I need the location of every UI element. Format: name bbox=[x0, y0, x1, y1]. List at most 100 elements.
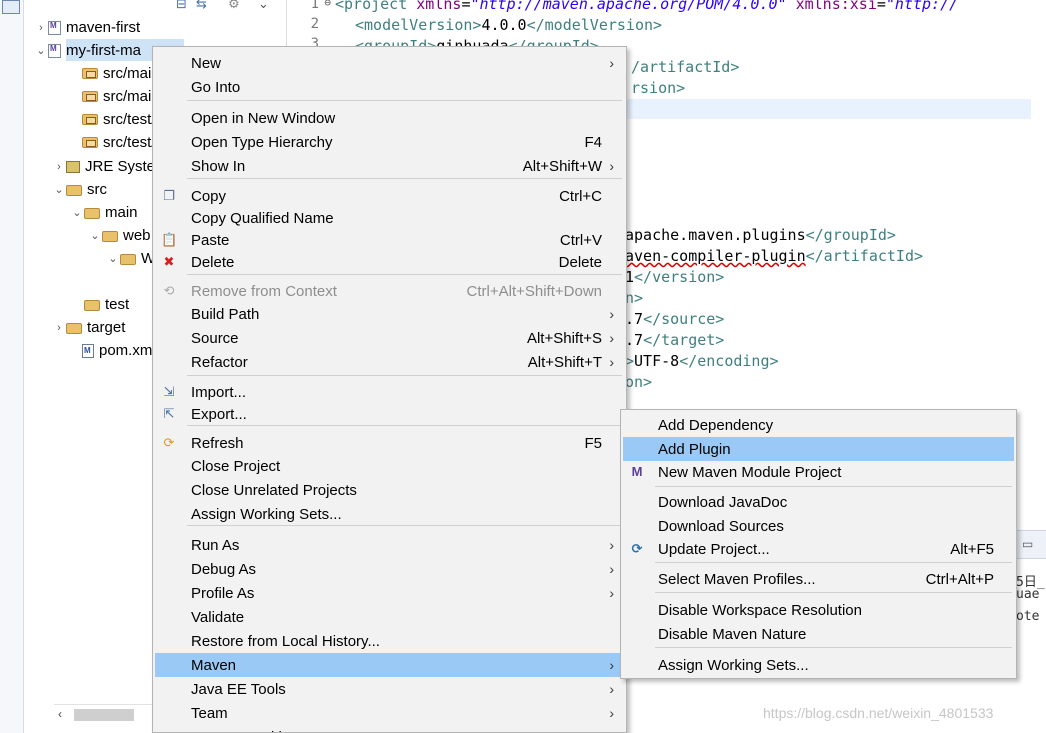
menu-separator bbox=[187, 274, 622, 275]
copy-icon: ❐ bbox=[163, 188, 175, 203]
tree-item[interactable]: › target bbox=[52, 316, 125, 339]
fold-icon[interactable]: ⊖ bbox=[324, 0, 331, 9]
menu-separator bbox=[655, 647, 1012, 648]
tree-item[interactable]: src/main/ bbox=[68, 62, 164, 85]
expanded-twisty-icon[interactable]: ⌄ bbox=[88, 229, 102, 242]
tree-item[interactable]: › JRE Syste bbox=[52, 155, 155, 178]
menu-item-assign-working-sets[interactable]: Assign Working Sets... bbox=[155, 502, 624, 526]
menu-item-restore-from-local-history[interactable]: Restore from Local History... bbox=[155, 629, 624, 653]
menu-item-build-path[interactable]: Build Path › bbox=[155, 302, 624, 326]
maven-menu-item-disable-maven-nature[interactable]: Disable Maven Nature bbox=[623, 622, 1014, 646]
menu-item-run-as[interactable]: Run As › bbox=[155, 533, 624, 557]
submenu-arrow-icon: › bbox=[609, 537, 614, 553]
expanded-twisty-icon[interactable]: ⌄ bbox=[34, 44, 48, 57]
maven-menu-item-disable-workspace-resolution[interactable]: Disable Workspace Resolution bbox=[623, 598, 1014, 622]
menu-separator bbox=[187, 178, 622, 179]
remove-context-icon: ⟲ bbox=[163, 283, 175, 298]
package-explorer-icon[interactable] bbox=[2, 0, 20, 14]
menu-item-shortcut: Ctrl+C bbox=[559, 187, 602, 205]
chevron-down-icon[interactable]: ⌄ bbox=[258, 0, 269, 12]
collapsed-twisty-icon[interactable]: › bbox=[52, 161, 66, 173]
code-line-12: >UTF-8</encoding> bbox=[625, 352, 779, 370]
menu-item-compare-with[interactable]: Compare With › bbox=[155, 725, 624, 733]
menu-item-import[interactable]: ⇲ Import... bbox=[155, 380, 624, 404]
menu-item-go-into[interactable]: Go Into bbox=[155, 75, 624, 99]
menu-item-maven[interactable]: Maven › bbox=[155, 653, 624, 677]
menu-item-profile-as[interactable]: Profile As › bbox=[155, 581, 624, 605]
tree-item[interactable]: › maven-first bbox=[34, 16, 140, 39]
menu-item-source[interactable]: Source Alt+Shift+S › bbox=[155, 326, 624, 350]
menu-item-close-unrelated-projects[interactable]: Close Unrelated Projects bbox=[155, 478, 624, 502]
tree-item[interactable]: src/test/r bbox=[68, 131, 161, 154]
maven-menu-item-select-maven-profiles[interactable]: Select Maven Profiles... Ctrl+Alt+P bbox=[623, 567, 1014, 591]
minimize-icon[interactable]: ▭ bbox=[1022, 537, 1033, 551]
menu-item-shortcut: F4 bbox=[584, 133, 602, 151]
expanded-twisty-icon[interactable]: ⌄ bbox=[70, 206, 84, 219]
tree-item[interactable]: pom.xml bbox=[68, 339, 156, 362]
menu-item-label: Debug As bbox=[191, 560, 257, 578]
menu-item-label: Team bbox=[191, 704, 228, 722]
tree-item[interactable]: ⌄ my-first-ma bbox=[34, 39, 141, 62]
delete-icon: ✖ bbox=[163, 254, 175, 269]
menu-item-team[interactable]: Team › bbox=[155, 701, 624, 725]
menu-item-validate[interactable]: Validate bbox=[155, 605, 624, 629]
menu-item-open-type-hierarchy[interactable]: Open Type Hierarchy F4 bbox=[155, 130, 624, 154]
expanded-twisty-icon[interactable]: ⌄ bbox=[52, 183, 66, 196]
tree-item[interactable]: test bbox=[70, 293, 129, 316]
code-line-11: .7</target> bbox=[625, 331, 725, 349]
tree-item[interactable]: src/test/j bbox=[68, 108, 159, 131]
tree-item[interactable]: ⌄ main bbox=[70, 201, 137, 224]
link-with-editor-icon[interactable]: ⇆ bbox=[196, 0, 207, 12]
maven-menu-item-download-sources[interactable]: Download Sources bbox=[623, 514, 1014, 538]
import-icon: ⇲ bbox=[163, 384, 175, 399]
tree-item[interactable]: src/main/ bbox=[68, 85, 164, 108]
menu-item-label: Source bbox=[191, 329, 239, 347]
code-line-7: aven-compiler-plugin</artifactId> bbox=[625, 247, 924, 265]
folder-icon bbox=[66, 185, 82, 196]
tree-item[interactable]: ⌄ W bbox=[106, 247, 155, 270]
menu-item-copy[interactable]: ❐ Copy Ctrl+C bbox=[155, 184, 624, 208]
menu-item-debug-as[interactable]: Debug As › bbox=[155, 557, 624, 581]
submenu-arrow-icon: › bbox=[609, 705, 614, 721]
tree-item[interactable]: ⌄ web bbox=[88, 224, 150, 247]
menu-item-copy-qualified-name[interactable]: Copy Qualified Name bbox=[155, 206, 624, 230]
menu-item-label: Download Sources bbox=[658, 517, 784, 535]
export-icon: ⇱ bbox=[163, 406, 175, 421]
menu-item-paste[interactable]: 📋 Paste Ctrl+V bbox=[155, 228, 624, 252]
menu-item-java-ee-tools[interactable]: Java EE Tools › bbox=[155, 677, 624, 701]
collapsed-twisty-icon[interactable]: › bbox=[34, 22, 48, 34]
maven-menu-item-assign-working-sets[interactable]: Assign Working Sets... bbox=[623, 653, 1014, 677]
menu-item-refactor[interactable]: Refactor Alt+Shift+T › bbox=[155, 350, 624, 374]
maven-menu-item-update-project[interactable]: ⟳ Update Project... Alt+F5 bbox=[623, 537, 1014, 561]
maven-menu-item-download-javadoc[interactable]: Download JavaDoc bbox=[623, 490, 1014, 514]
maven-menu-item-add-plugin[interactable]: Add Plugin bbox=[623, 437, 1014, 461]
menu-separator bbox=[655, 486, 1012, 487]
tree-item[interactable]: ⌄ src bbox=[52, 178, 107, 201]
menu-item-close-project[interactable]: Close Project bbox=[155, 454, 624, 478]
menu-item-remove-from-context: ⟲ Remove from Context Ctrl+Alt+Shift+Down bbox=[155, 279, 624, 303]
menu-item-label: Refresh bbox=[191, 434, 244, 452]
submenu-arrow-icon: › bbox=[609, 55, 614, 71]
menu-item-new[interactable]: New › bbox=[155, 51, 624, 75]
menu-item-delete[interactable]: ✖ Delete Delete bbox=[155, 250, 624, 274]
menu-item-refresh[interactable]: ⟳ Refresh F5 bbox=[155, 431, 624, 455]
maven-menu-item-add-dependency[interactable]: Add Dependency bbox=[623, 413, 1014, 437]
menu-item-label: Assign Working Sets... bbox=[191, 505, 342, 523]
console-view[interactable]: ▭ 5日_ uae ote bbox=[1016, 530, 1046, 730]
expanded-twisty-icon[interactable]: ⌄ bbox=[106, 252, 120, 265]
collapsed-twisty-icon[interactable]: › bbox=[52, 322, 66, 334]
menu-item-label: Download JavaDoc bbox=[658, 493, 788, 511]
menu-item-open-in-new-window[interactable]: Open in New Window bbox=[155, 106, 624, 130]
pom-icon bbox=[82, 343, 94, 358]
code-line-2: <modelVersion>4.0.0</modelVersion> bbox=[355, 16, 663, 34]
console-text: uae bbox=[1016, 587, 1040, 602]
scroll-thumb[interactable] bbox=[74, 709, 134, 721]
menu-item-show-in[interactable]: Show In Alt+Shift+W › bbox=[155, 154, 624, 178]
submenu-arrow-icon: › bbox=[609, 330, 614, 346]
scroll-left-icon[interactable]: ‹ bbox=[58, 707, 62, 721]
maven-menu-item-new-maven-module-project[interactable]: M New Maven Module Project bbox=[623, 460, 1014, 484]
collapse-all-icon[interactable]: ⊟ bbox=[176, 0, 187, 12]
menu-item-export[interactable]: ⇱ Export... bbox=[155, 402, 624, 426]
view-menu-icon[interactable]: ⚙ bbox=[228, 0, 240, 12]
menu-item-shortcut: Ctrl+Alt+P bbox=[925, 570, 994, 588]
